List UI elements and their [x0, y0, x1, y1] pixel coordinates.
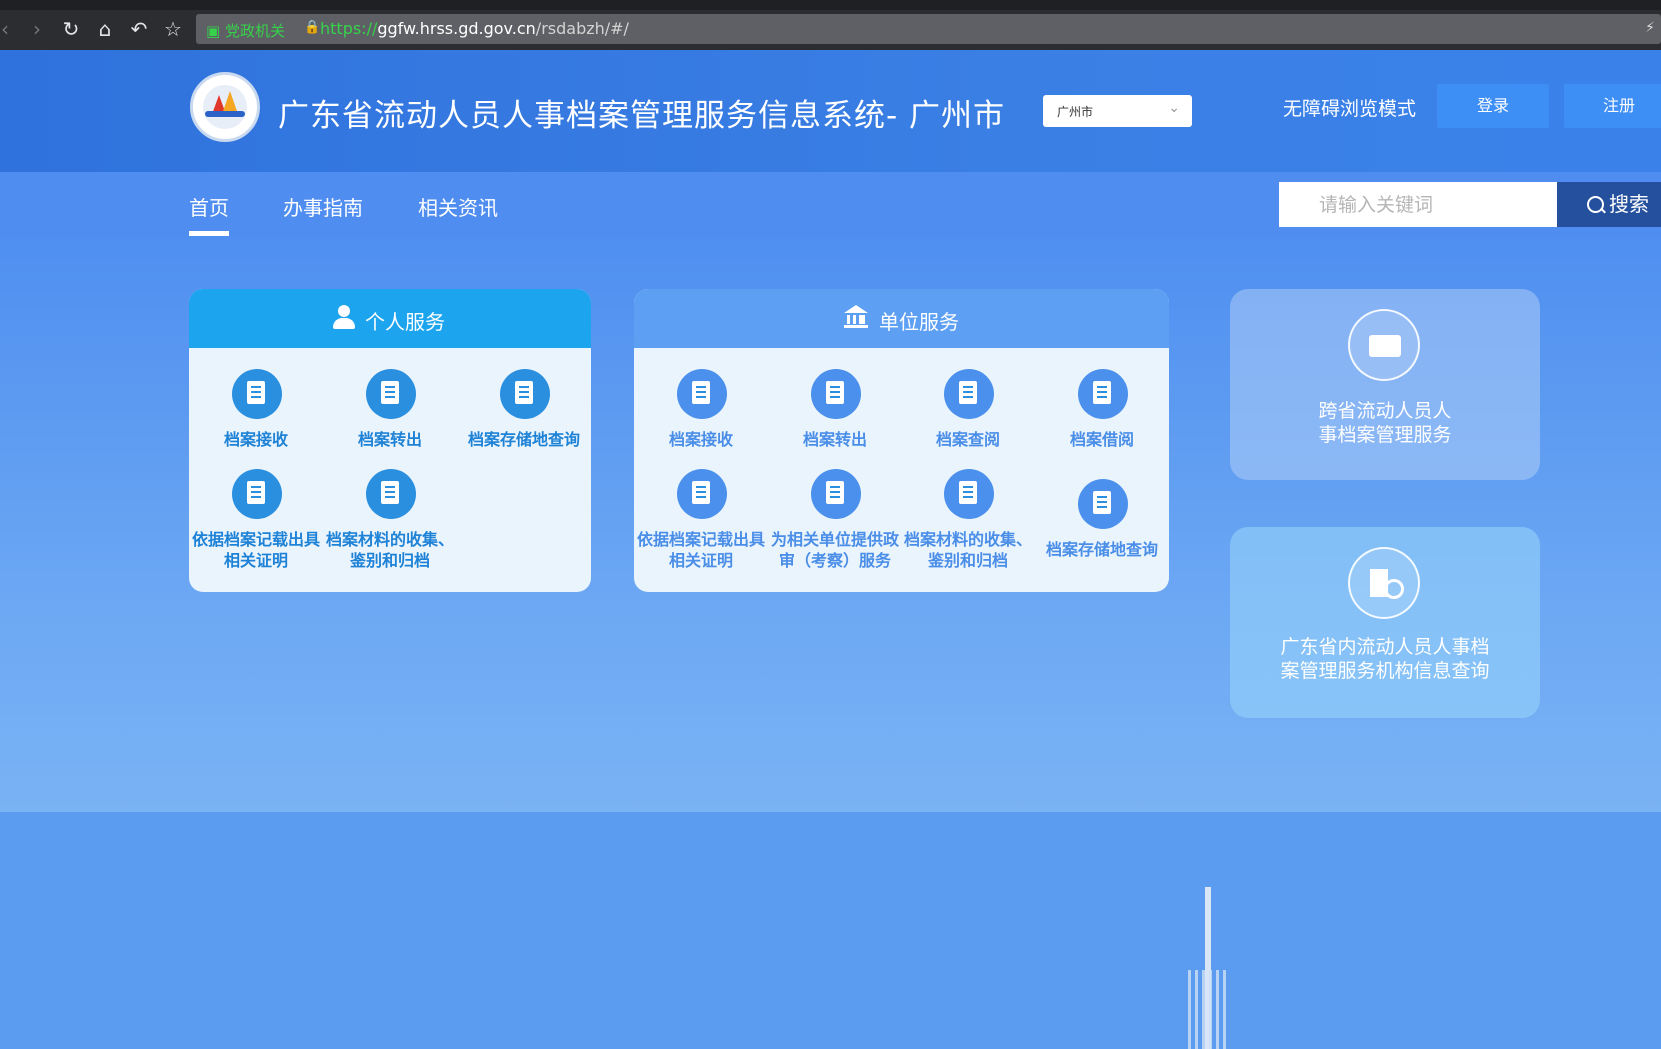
lightning-icon[interactable]: ⚡: [1645, 20, 1655, 36]
service-label: 档案材料的收集、 鉴别和归档: [325, 530, 454, 570]
city-select[interactable]: 广州市 ⌄: [1043, 95, 1192, 127]
service-label: 档案借阅: [1069, 430, 1134, 449]
main-content: 个人服务 档案接收 档案转出 档案存储地查询 依据档案记载出具 相关证明 档案材料…: [0, 237, 1661, 1049]
book-icon: [944, 369, 994, 419]
search-icon: [1587, 196, 1604, 213]
url-host: ggfw.hrss.gd.gov.cn: [377, 19, 536, 38]
document-clock-icon: [1078, 369, 1128, 419]
search-button[interactable]: 搜索: [1557, 182, 1661, 227]
card-label: 广东省内流动人员人事档 案管理服务机构信息查询: [1280, 636, 1490, 682]
cross-province-archive-card[interactable]: 跨省流动人员人 事档案管理服务: [1230, 289, 1540, 480]
home-icon[interactable]: ⌂: [92, 16, 118, 42]
search-button-label: 搜索: [1609, 192, 1649, 216]
document-person-icon: [232, 469, 282, 519]
document-person-icon: [944, 469, 994, 519]
gov-badge-label: 党政机关: [224, 22, 285, 40]
service-label: 档案接收: [223, 430, 288, 449]
site-header: 广东省流动人员人事档案管理服务信息系统- 广州市 广州市 ⌄ 无障碍浏览模式 登…: [0, 50, 1661, 172]
accessibility-mode-link[interactable]: 无障碍浏览模式: [1283, 94, 1416, 121]
document-search-icon: [500, 369, 550, 419]
document-person-icon: [811, 469, 861, 519]
nav-item-home[interactable]: 首页: [189, 192, 229, 236]
logo-mark-blue: [205, 111, 245, 117]
gov-badge: ▣ 党政机关: [206, 20, 285, 41]
service-label: 档案查阅: [935, 430, 1000, 449]
service-label: 档案转出: [357, 430, 422, 449]
card-label: 跨省流动人员人 事档案管理服务: [1318, 400, 1452, 446]
tower-base-decoration: [1188, 970, 1228, 1049]
main-nav: 首页 办事指南 相关资讯 搜索: [0, 172, 1661, 237]
id-card-icon: [1348, 309, 1420, 381]
document-search-icon: [1078, 479, 1128, 529]
undo-icon[interactable]: ↶: [126, 16, 152, 42]
personal-services-panel: 个人服务 档案接收 档案转出 档案存储地查询 依据档案记载出具 相关证明 档案材料…: [189, 289, 591, 592]
star-icon[interactable]: ☆: [160, 16, 186, 42]
browser-toolbar: ‹ › ↻ ⌂ ↶ ☆ ▣ 党政机关 🔒 https://ggfw.hrss.g…: [0, 0, 1661, 50]
service-label: 档案存储地查询: [1045, 540, 1158, 559]
service-label: 档案存储地查询: [467, 430, 580, 449]
unit-services-panel: 单位服务 档案接收 档案转出 档案查阅 档案借阅 依据档案记载出具 相关证明 为相…: [634, 289, 1169, 592]
service-label: 档案接收: [668, 430, 733, 449]
unit-services-title: 单位服务: [879, 310, 959, 334]
service-label: 档案转出: [802, 430, 867, 449]
document-out-icon: [811, 369, 861, 419]
service-label: 为相关单位提供政 审（考察）服务: [770, 530, 899, 570]
gov-badge-icon: ▣: [206, 22, 225, 40]
city-select-value: 广州市: [1057, 105, 1094, 119]
url-path: /rsdabzh/#/: [535, 19, 629, 38]
document-person-icon: [677, 469, 727, 519]
back-icon[interactable]: ‹: [0, 16, 18, 42]
user-icon: [333, 305, 355, 329]
url-protocol: https://: [320, 19, 378, 38]
unit-services-header: 单位服务: [634, 289, 1169, 348]
nav-item-news[interactable]: 相关资讯: [418, 192, 498, 221]
forward-icon[interactable]: ›: [24, 16, 50, 42]
search-input[interactable]: [1279, 182, 1557, 227]
personal-services-title: 个人服务: [365, 310, 445, 334]
building-search-icon: [1348, 547, 1420, 619]
personal-services-header: 个人服务: [189, 289, 591, 348]
site-logo: [190, 72, 260, 142]
document-out-icon: [366, 369, 416, 419]
site-title: 广东省流动人员人事档案管理服务信息系统- 广州市: [278, 98, 1006, 134]
service-label: 依据档案记载出具 相关证明: [191, 530, 320, 570]
service-label: 档案材料的收集、 鉴别和归档: [903, 530, 1032, 570]
lock-icon: 🔒: [304, 20, 321, 35]
url-text[interactable]: https://ggfw.hrss.gd.gov.cn/rsdabzh/#/: [320, 19, 629, 38]
address-bar[interactable]: ▣ 党政机关 🔒 https://ggfw.hrss.gd.gov.cn/rsd…: [196, 14, 1661, 44]
chevron-down-icon: ⌄: [1168, 100, 1180, 116]
browser-top-strip: [0, 0, 1661, 10]
nav-item-guide[interactable]: 办事指南: [283, 192, 363, 221]
document-in-icon: [232, 369, 282, 419]
service-label: 依据档案记载出具 相关证明: [636, 530, 765, 570]
login-button[interactable]: 登录: [1437, 84, 1549, 128]
register-button[interactable]: 注册: [1564, 84, 1661, 128]
bank-icon: [844, 305, 868, 329]
reload-icon[interactable]: ↻: [58, 16, 84, 42]
in-province-institution-query-card[interactable]: 广东省内流动人员人事档 案管理服务机构信息查询: [1230, 527, 1540, 718]
document-in-icon: [677, 369, 727, 419]
document-person-icon: [366, 469, 416, 519]
